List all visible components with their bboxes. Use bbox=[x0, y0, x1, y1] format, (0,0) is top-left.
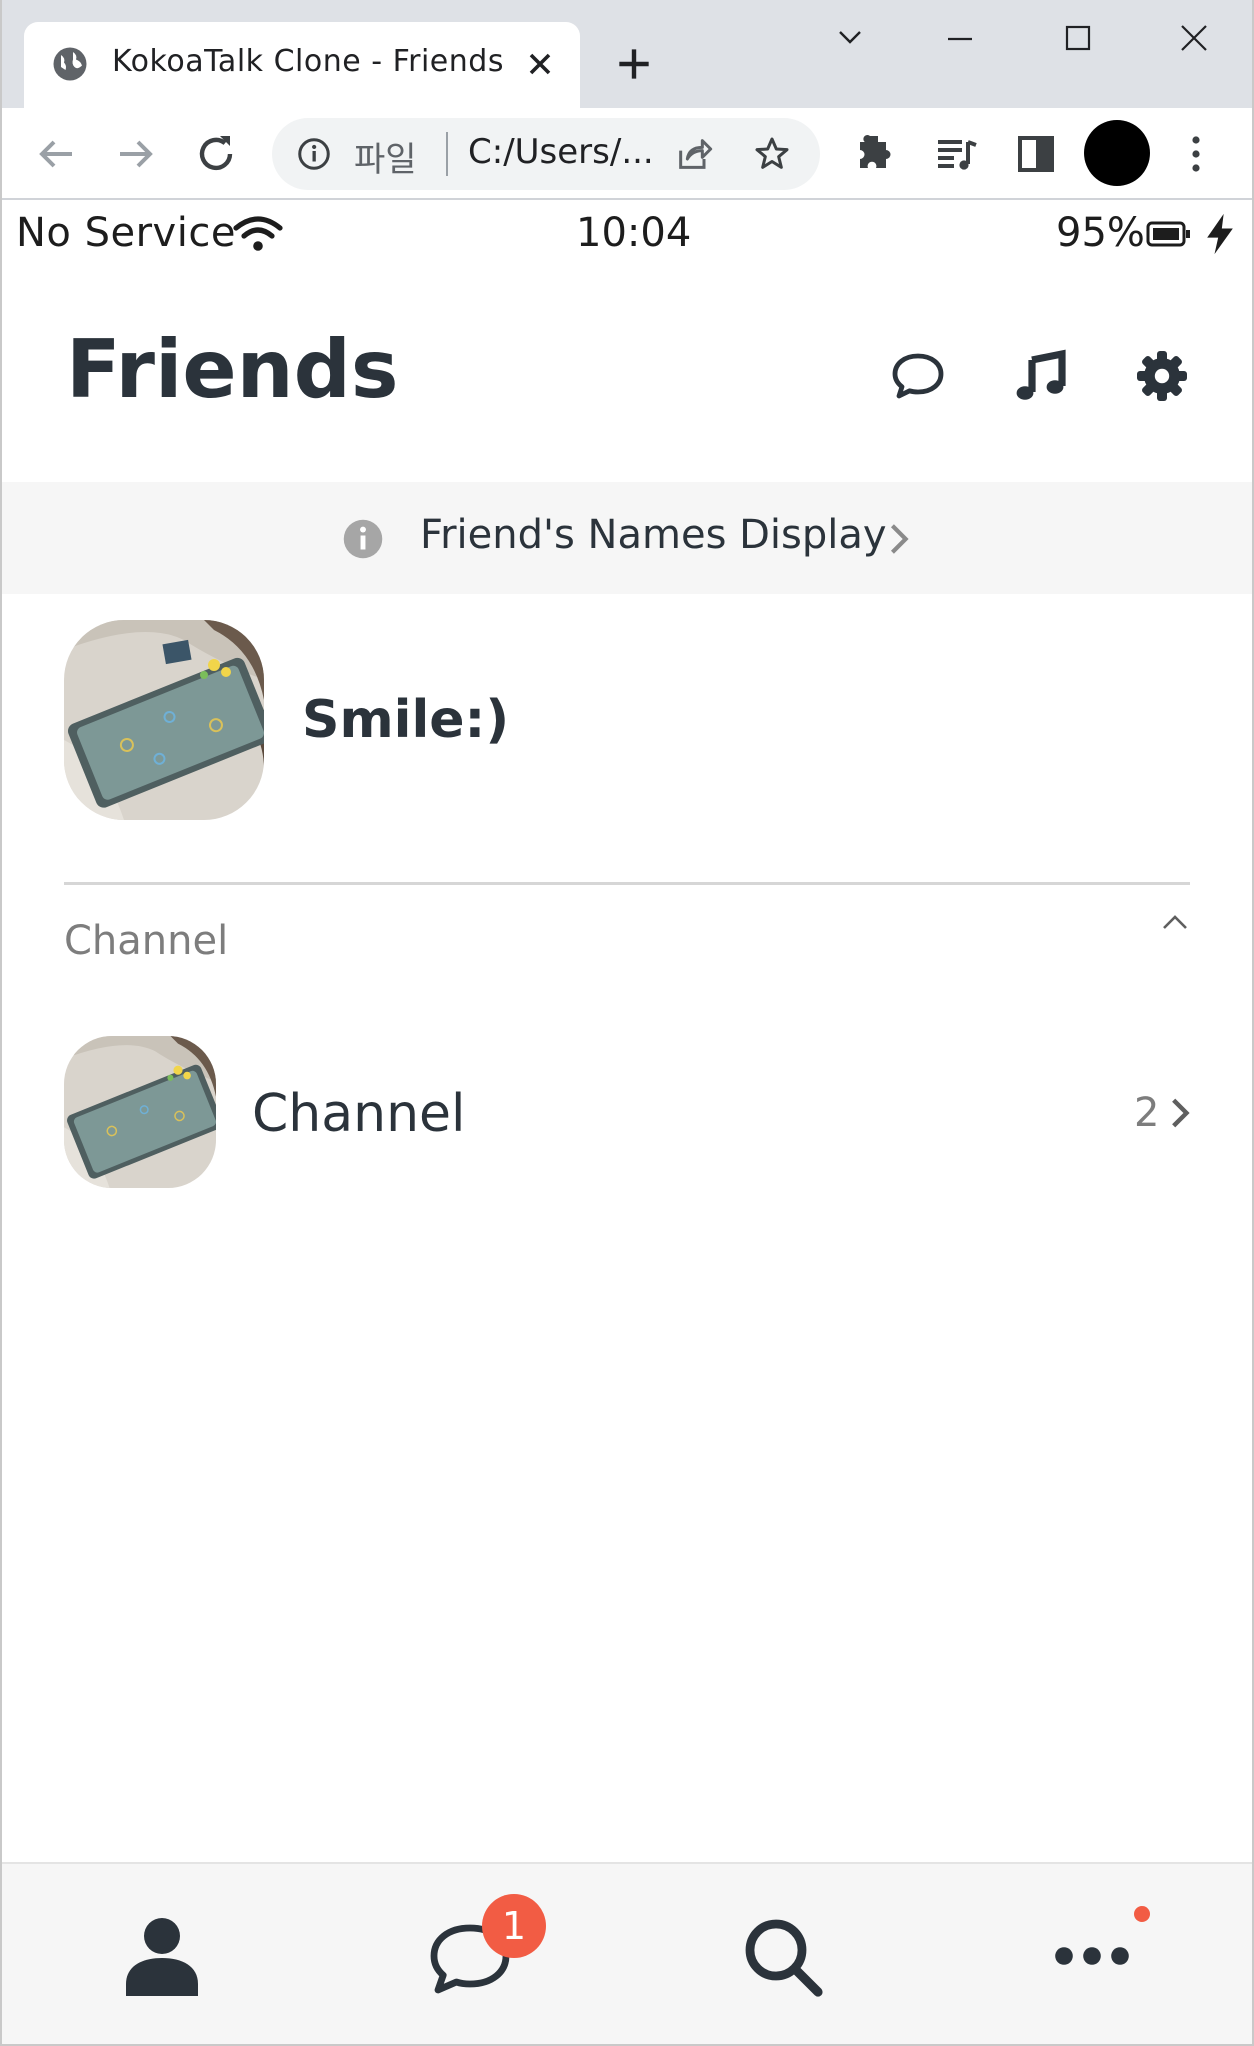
chat-bubble-icon[interactable] bbox=[890, 348, 946, 404]
bottom-nav-bar: 1 bbox=[2, 1862, 1252, 2046]
browser-toolbar: 파일 C:/Users/... bbox=[0, 108, 1254, 200]
nav-more-dots-icon[interactable] bbox=[1048, 1912, 1136, 2000]
channel-section-label: Channel bbox=[64, 918, 229, 964]
back-icon[interactable] bbox=[32, 130, 80, 178]
media-controls-icon[interactable] bbox=[932, 130, 980, 178]
new-tab-icon[interactable] bbox=[612, 42, 656, 86]
url-scheme-label: 파일 bbox=[354, 140, 417, 180]
clock: 10:04 bbox=[576, 210, 692, 256]
browser-titlebar: KokoaTalk Clone - Friends bbox=[0, 0, 1254, 108]
chevron-right-icon[interactable] bbox=[1170, 1096, 1192, 1130]
channel-item-name[interactable]: Channel bbox=[252, 1084, 465, 1144]
section-divider bbox=[64, 882, 1190, 885]
bookmark-star-icon[interactable] bbox=[752, 134, 792, 174]
omnibox-separator bbox=[446, 132, 448, 176]
globe-icon bbox=[53, 47, 87, 81]
tab-search-icon[interactable] bbox=[820, 16, 880, 62]
page-title: Friends bbox=[66, 323, 399, 416]
profile-avatar[interactable] bbox=[1084, 120, 1150, 186]
share-icon[interactable] bbox=[674, 134, 714, 174]
music-note-icon[interactable] bbox=[1012, 348, 1068, 404]
url-text[interactable]: C:/Users/... bbox=[468, 132, 654, 172]
my-profile-avatar[interactable] bbox=[64, 620, 264, 820]
wifi-icon bbox=[233, 216, 283, 251]
my-profile-name[interactable]: Smile:) bbox=[302, 690, 509, 750]
tab-title: KokoaTalk Clone - Friends bbox=[112, 44, 504, 79]
chats-unread-badge: 1 bbox=[482, 1894, 546, 1958]
browser-tab[interactable]: KokoaTalk Clone - Friends bbox=[24, 22, 580, 108]
more-notification-dot bbox=[1134, 1906, 1150, 1922]
minimize-icon[interactable] bbox=[930, 16, 990, 62]
close-window-icon[interactable] bbox=[1164, 16, 1224, 62]
nav-friends-person-icon[interactable] bbox=[118, 1912, 206, 2000]
banner-text: Friend's Names Display bbox=[420, 512, 887, 558]
carrier-label: No Service bbox=[16, 210, 236, 256]
charging-bolt-icon bbox=[1207, 213, 1233, 255]
side-panel-icon[interactable] bbox=[1012, 130, 1060, 178]
close-tab-icon[interactable] bbox=[522, 46, 558, 82]
forward-icon[interactable] bbox=[112, 130, 160, 178]
channel-photo bbox=[64, 1036, 216, 1188]
channel-avatar[interactable] bbox=[64, 1036, 216, 1188]
battery-percent: 95% bbox=[1056, 210, 1145, 256]
extensions-icon[interactable] bbox=[852, 130, 900, 178]
window-border-left bbox=[0, 0, 2, 2046]
nav-search-icon[interactable] bbox=[738, 1912, 826, 2000]
reload-icon[interactable] bbox=[192, 130, 240, 178]
settings-gear-icon[interactable] bbox=[1134, 348, 1190, 404]
maximize-icon[interactable] bbox=[1048, 16, 1108, 62]
phone-status-bar: No Service 10:04 95% bbox=[0, 202, 1254, 266]
address-bar[interactable]: 파일 C:/Users/... bbox=[272, 118, 820, 190]
names-display-banner[interactable]: Friend's Names Display bbox=[2, 482, 1252, 594]
channel-item-count: 2 bbox=[1134, 1090, 1160, 1136]
chevron-right-icon bbox=[890, 524, 909, 554]
info-circle-icon bbox=[343, 519, 383, 559]
more-menu-icon[interactable] bbox=[1172, 130, 1220, 178]
profile-photo bbox=[64, 620, 264, 820]
chevron-up-icon[interactable] bbox=[1160, 910, 1190, 934]
battery-icon bbox=[1146, 221, 1190, 247]
site-info-icon[interactable] bbox=[296, 136, 332, 172]
